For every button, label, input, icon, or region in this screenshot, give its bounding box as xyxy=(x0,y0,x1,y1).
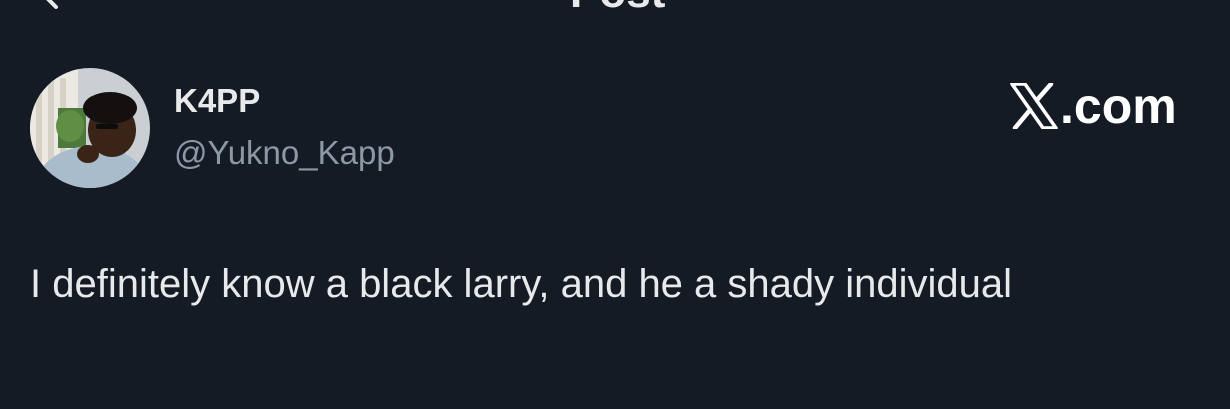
arrow-left-icon[interactable] xyxy=(40,0,74,10)
brand-watermark: .com xyxy=(1010,78,1177,134)
avatar[interactable] xyxy=(30,68,150,188)
post-text: I definitely know a black larry, and he … xyxy=(30,262,1013,306)
brand-text: .com xyxy=(1060,78,1177,134)
page-title: Post xyxy=(570,0,665,18)
display-name[interactable]: K4PP xyxy=(174,82,260,120)
x-logo-icon xyxy=(1010,83,1058,129)
user-handle[interactable]: @Yukno_Kapp xyxy=(174,134,395,172)
